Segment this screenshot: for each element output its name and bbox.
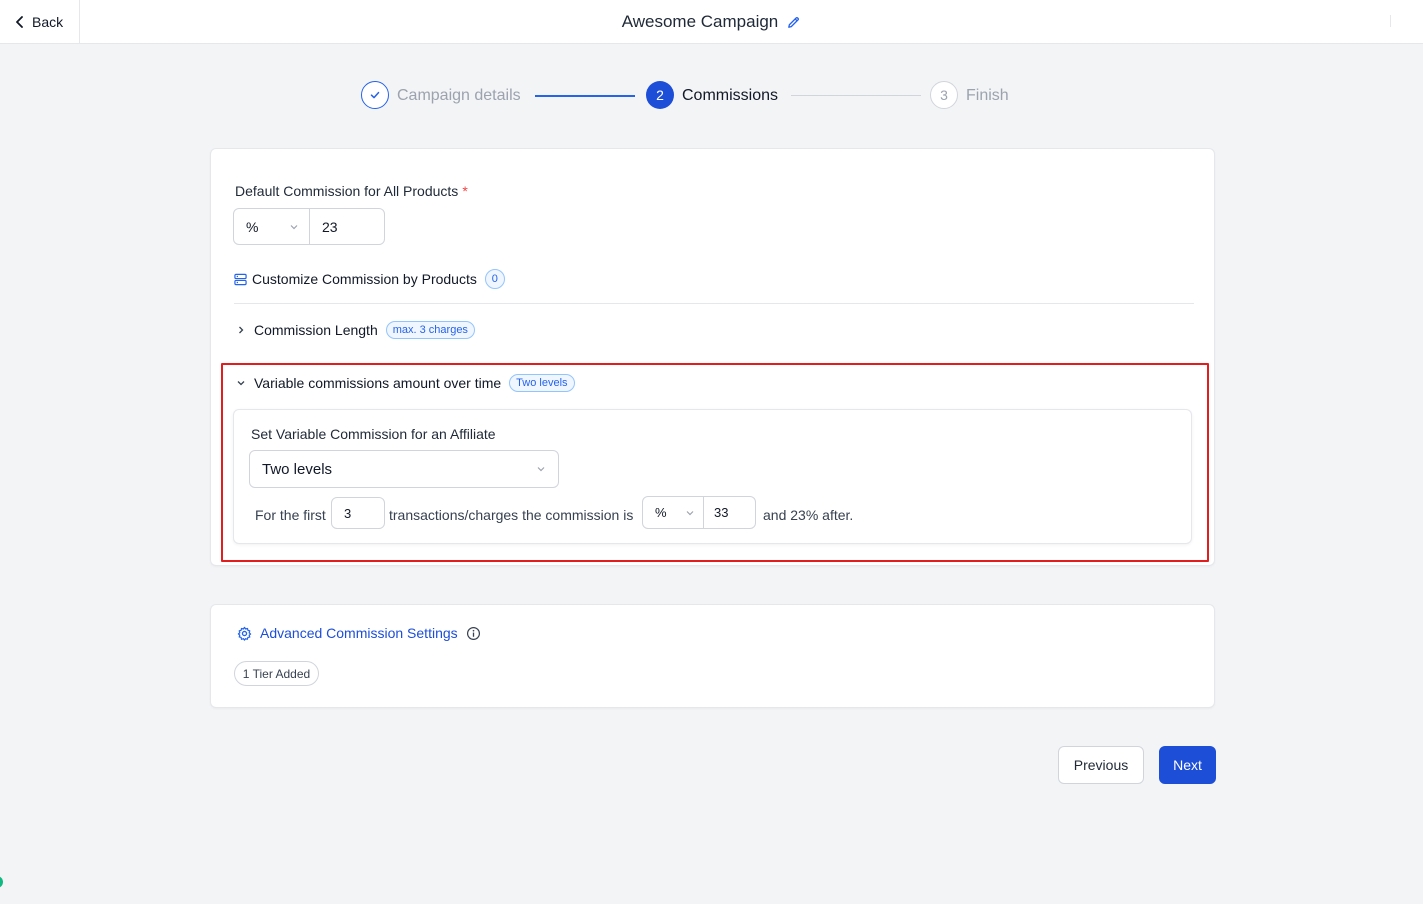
commission-length-badge: max. 3 charges: [385, 321, 475, 339]
customize-commission-link[interactable]: Customize Commission by Products 0: [234, 269, 505, 289]
sentence-prefix: For the first: [255, 507, 326, 523]
page-title-wrap: Awesome Campaign: [0, 0, 1423, 44]
advanced-settings-card: [210, 604, 1215, 708]
variable-commission-input-group: % 33: [642, 496, 756, 529]
step-connector-2: [791, 95, 921, 96]
divider-mark: [1390, 15, 1391, 27]
chevron-left-icon: [16, 16, 23, 28]
variable-commissions-label: Variable commissions amount over time: [254, 375, 502, 391]
chevron-down-icon: [237, 381, 245, 386]
back-label: Back: [32, 14, 64, 30]
edit-pencil-icon[interactable]: [786, 15, 801, 30]
customize-count-badge: 0: [484, 269, 505, 289]
variable-commissions-toggle[interactable]: Variable commissions amount over time Tw…: [236, 374, 575, 392]
products-list-icon: [234, 273, 247, 285]
info-icon[interactable]: [466, 626, 481, 641]
variable-amount-input[interactable]: 33: [704, 497, 738, 528]
variable-type-select[interactable]: %: [643, 497, 704, 528]
levels-select[interactable]: Two levels: [249, 450, 559, 488]
status-indicator: [0, 876, 3, 888]
gear-icon: [237, 626, 252, 641]
set-variable-label: Set Variable Commission for an Affiliate: [251, 426, 496, 442]
section-divider: [234, 303, 1194, 304]
sentence-middle: transactions/charges the commission is: [389, 507, 634, 523]
progress-stepper: Campaign details 2 Commissions 3 Finish: [361, 81, 1021, 111]
required-asterisk: *: [462, 183, 468, 199]
default-commission-label: Default Commission for All Products *: [235, 183, 468, 199]
chevron-down-icon: [290, 224, 298, 229]
levels-select-value: Two levels: [262, 460, 333, 478]
tier-added-badge: 1 Tier Added: [234, 661, 319, 686]
next-button[interactable]: Next: [1159, 746, 1216, 784]
commission-type-select[interactable]: %: [234, 209, 310, 244]
chevron-down-icon: [537, 467, 545, 472]
step-3-number[interactable]: 3: [930, 81, 958, 109]
check-icon: [370, 91, 380, 99]
default-commission-input-group: % 23: [233, 208, 385, 245]
step-2-number[interactable]: 2: [646, 81, 674, 109]
previous-button[interactable]: Previous: [1058, 746, 1144, 784]
commission-type-value: %: [246, 218, 259, 235]
sentence-suffix: and 23% after.: [763, 507, 854, 523]
default-commission-label-text: Default Commission for All Products: [235, 183, 459, 199]
top-bar: Back Awesome Campaign: [0, 0, 1423, 44]
step-1-complete-icon[interactable]: [361, 81, 389, 109]
back-button[interactable]: Back: [0, 0, 80, 44]
commission-amount-input[interactable]: 23: [310, 209, 350, 244]
variable-type-value: %: [655, 505, 667, 520]
step-3-label[interactable]: Finish: [966, 87, 1009, 105]
variable-levels-badge: Two levels: [509, 374, 575, 392]
commission-length-toggle[interactable]: Commission Length max. 3 charges: [236, 321, 475, 339]
step-2-label[interactable]: Commissions: [682, 87, 778, 105]
chevron-right-icon: [239, 326, 244, 334]
customize-commission-label: Customize Commission by Products: [252, 271, 477, 287]
step-1-label[interactable]: Campaign details: [397, 87, 521, 105]
advanced-settings-label: Advanced Commission Settings: [260, 625, 458, 641]
page-title: Awesome Campaign: [621, 12, 779, 31]
step-connector-1: [535, 95, 635, 97]
transactions-count-input[interactable]: 3: [331, 497, 385, 529]
commission-length-label: Commission Length: [254, 322, 378, 338]
advanced-settings-link[interactable]: Advanced Commission Settings: [237, 625, 481, 641]
chevron-down-icon: [686, 510, 694, 515]
